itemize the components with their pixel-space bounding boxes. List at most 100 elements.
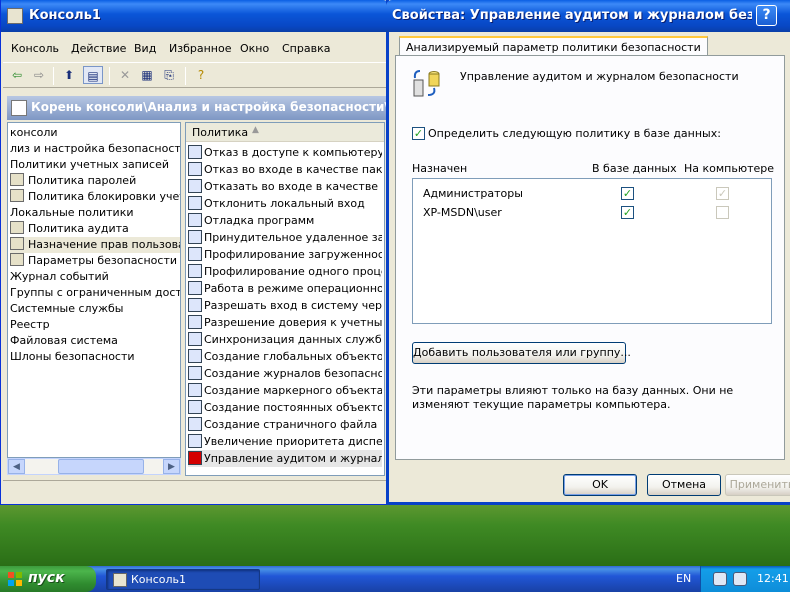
help-question-button[interactable]: ? — [756, 5, 777, 26]
list-item-label: Увеличение приоритета диспет... — [204, 435, 382, 448]
list-item-label: Отказать во входе в качестве с... — [204, 180, 382, 193]
menu-help[interactable]: Справка — [282, 42, 330, 55]
language-indicator[interactable]: EN — [676, 572, 691, 585]
ok-button[interactable]: OK — [563, 474, 637, 496]
show-tree-icon[interactable]: ▤ — [83, 66, 103, 84]
policy-folder-icon — [10, 173, 24, 186]
tree-item-label: Политика аудита — [28, 222, 129, 235]
console-task-icon — [113, 573, 127, 587]
tree-item[interactable]: Локальные политики — [10, 205, 134, 221]
tree-item[interactable]: консоли — [10, 125, 58, 141]
tree-item-label: Локальные политики — [10, 206, 134, 219]
list-item-label: Создание страничного файла — [204, 418, 378, 431]
tree-item-label: Файловая система — [10, 334, 118, 347]
list-item[interactable]: Создание глобальных объектов — [188, 348, 382, 365]
tree-item[interactable]: Назначение прав пользовате — [10, 237, 180, 253]
list-item[interactable]: Принудительное удаленное зав... — [188, 229, 382, 246]
tab-page: Управление аудитом и журналом безопаснос… — [395, 55, 785, 460]
menu-favorites[interactable]: Избранное — [169, 42, 231, 55]
tree-item[interactable]: Политика блокировки учетнс — [10, 189, 180, 205]
list-item[interactable]: Отказ во входе в качестве паке... — [188, 161, 382, 178]
policy-setting-icon — [188, 400, 202, 414]
cancel-button[interactable]: Отмена — [647, 474, 721, 496]
taskbar-item-console[interactable]: Консоль1 — [106, 569, 260, 590]
menu-console[interactable]: Консоль — [11, 42, 59, 55]
tree-item[interactable]: Журнал событий — [10, 269, 109, 285]
grid-row-name: Администраторы — [423, 187, 523, 200]
define-policy-label: Определить следующую политику в базе дан… — [428, 127, 721, 140]
tree-item[interactable]: Политика паролей — [10, 173, 136, 189]
row0-in-database-checkbox[interactable]: ✓ — [621, 187, 634, 200]
policy-folder-icon — [10, 253, 24, 266]
list-item[interactable]: Разрешение доверия к учетным ... — [188, 314, 382, 331]
help-icon[interactable]: ? — [191, 66, 211, 84]
tree-item[interactable]: Шлоны безопасности — [10, 349, 135, 365]
policy-setting-icon — [188, 332, 202, 346]
tab-analyzed-policy[interactable]: Анализируемый параметр политики безопасн… — [399, 36, 708, 56]
export-icon[interactable]: ⎘ — [159, 66, 179, 84]
forward-icon[interactable]: ⇨ — [29, 66, 49, 84]
list-item[interactable]: Работа в режиме операционной ... — [188, 280, 382, 297]
list-item[interactable]: Создание страничного файла — [188, 416, 382, 433]
list-item[interactable]: Отказ в доступе к компьютеру ... — [188, 144, 382, 161]
list-item-label: Профилирование загруженност... — [204, 248, 382, 261]
row1-in-database-checkbox[interactable]: ✓ — [621, 206, 634, 219]
list-item[interactable]: Создание постоянных объектов... — [188, 399, 382, 416]
console-titlebar[interactable]: Консоль1 — [1, 0, 389, 32]
assignment-grid: Администраторы ✓ ✓ XP-MSDN\user ✓ — [412, 178, 772, 324]
menu-action[interactable]: Действие — [71, 42, 126, 55]
add-user-button[interactable]: Добавить пользователя или группу... — [412, 342, 631, 364]
list-item[interactable]: Разрешать вход в систему чере... — [188, 297, 382, 314]
policy-column-header[interactable]: Политика ▲ — [186, 123, 384, 142]
list-item[interactable]: Отклонить локальный вход — [188, 195, 382, 212]
policy-setting-icon — [188, 213, 202, 227]
tree-item-label: Политика паролей — [28, 174, 137, 187]
tree-item[interactable]: Реестр — [10, 317, 50, 333]
delete-icon[interactable]: ✕ — [115, 66, 135, 84]
menu-view[interactable]: Вид — [134, 42, 156, 55]
list-item-label: Создание постоянных объектов... — [204, 401, 382, 414]
security-folder-icon — [11, 100, 27, 116]
tray-network-icon[interactable] — [713, 572, 727, 586]
dialog-titlebar[interactable]: Свойства: Управление аудитом и журналом … — [386, 0, 790, 32]
scroll-right-icon[interactable]: ▶ — [163, 459, 180, 474]
list-item-label: Отказ в доступе к компьютеру ... — [204, 146, 382, 159]
tree-item[interactable]: Параметры безопасности — [10, 253, 177, 269]
policy-setting-icon — [188, 315, 202, 329]
list-item[interactable]: Синхронизация данных службы ... — [188, 331, 382, 348]
scroll-left-icon[interactable]: ◀ — [8, 459, 25, 474]
system-tray: 12:41 — [700, 566, 790, 592]
up-folder-icon[interactable]: ⬆ — [59, 66, 79, 84]
properties-dialog: Свойства: Управление аудитом и журналом … — [386, 0, 790, 505]
list-item[interactable]: Создание маркерного объекта — [188, 382, 382, 399]
define-policy-checkbox[interactable]: ✓ — [412, 127, 425, 140]
list-item[interactable]: Профилирование загруженност... — [188, 246, 382, 263]
list-item[interactable]: Создание журналов безопасности — [188, 365, 382, 382]
console-statusbar — [3, 480, 387, 502]
properties-icon[interactable]: ▦ — [137, 66, 157, 84]
tree-item[interactable]: лиз и настройка безопасности — [10, 141, 180, 157]
tree-horizontal-scrollbar[interactable]: ◀ ▶ — [7, 458, 181, 475]
menu-window[interactable]: Окно — [240, 42, 269, 55]
tree-item[interactable]: Системные службы — [10, 301, 123, 317]
tree-item[interactable]: Файловая система — [10, 333, 118, 349]
tree-item-label: консоли — [10, 126, 58, 139]
policy-setting-icon — [188, 417, 202, 431]
list-item[interactable]: Отладка программ — [188, 212, 382, 229]
back-icon[interactable]: ⇦ — [7, 66, 27, 84]
list-item[interactable]: Увеличение приоритета диспет... — [188, 433, 382, 450]
tree-item-label: Группы с ограниченным доступо — [10, 286, 180, 299]
tree-item[interactable]: Политика аудита — [10, 221, 129, 237]
list-item-label: Создание глобальных объектов — [204, 350, 382, 363]
start-button[interactable]: пуск — [0, 566, 96, 592]
apply-button[interactable]: Применить — [725, 474, 790, 496]
tree-item[interactable]: Группы с ограниченным доступо — [10, 285, 180, 301]
list-item[interactable]: Профилирование одного процесса — [188, 263, 382, 280]
list-item[interactable]: Управление аудитом и журнало... — [188, 450, 382, 467]
console-title: Консоль1 — [29, 8, 101, 23]
tree-item[interactable]: Политики учетных записей — [10, 157, 169, 173]
audit-policy-icon — [413, 70, 440, 97]
scrollbar-thumb[interactable] — [58, 459, 144, 474]
tray-safely-remove-icon[interactable] — [733, 572, 747, 586]
list-item[interactable]: Отказать во входе в качестве с... — [188, 178, 382, 195]
